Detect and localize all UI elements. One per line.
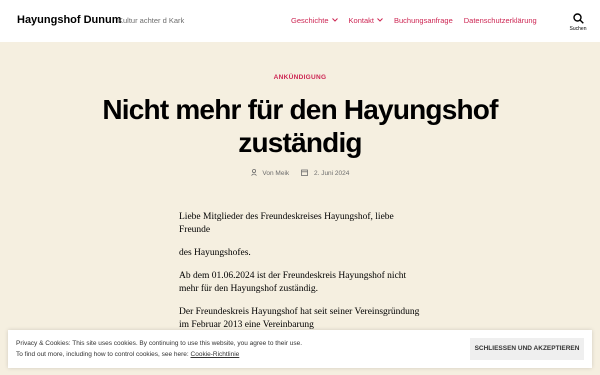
nav-item-label: Kontakt (348, 16, 374, 25)
user-icon (250, 168, 259, 177)
search-label: Suchen (569, 26, 587, 32)
cookie-line-2: To find out more, including how to contr… (16, 349, 302, 360)
search-icon (566, 13, 590, 24)
post-category[interactable]: ANKÜNDIGUNG (0, 74, 600, 81)
cookie-banner: Privacy & Cookies: This site uses cookie… (8, 330, 592, 368)
primary-nav: Geschichte Kontakt Buchungsanfrage Daten… (291, 16, 537, 25)
paragraph: Liebe Mitglieder des Freundeskreises Hay… (179, 212, 394, 235)
post-meta: Von Meik 2. Juni 2024 (0, 168, 600, 177)
paragraph: Der Freundeskreis Hayungshof hat seit se… (179, 307, 420, 330)
accept-cookies-button[interactable]: SCHLIESSEN UND AKZEPTIEREN (470, 338, 584, 360)
chevron-down-icon (331, 17, 338, 24)
cookie-line-2-text: To find out more, including how to contr… (16, 351, 191, 358)
nav-item-geschichte[interactable]: Geschichte (291, 16, 338, 25)
post-title: Nicht mehr für den Hayungshof zuständig (102, 94, 498, 158)
nav-item-kontakt[interactable]: Kontakt (349, 16, 383, 25)
site-description: Kultur achter d Kark (118, 16, 185, 25)
nav-item-label: Datenschutzerklärung (463, 16, 537, 25)
post-date[interactable]: 2. Juni 2024 (301, 169, 349, 177)
calendar-icon (301, 169, 310, 177)
nav-item-datenschutzerklaerung[interactable]: Datenschutzerklärung (464, 16, 537, 25)
cookie-policy-link[interactable]: Cookie-Richtlinie (191, 351, 240, 358)
cookie-text: Privacy & Cookies: This site uses cookie… (16, 338, 302, 360)
post-content: Liebe Mitglieder des Freundeskreises Hay… (179, 211, 424, 342)
chevron-down-icon (377, 17, 383, 24)
site-header: Hayungshof Dunum Kultur achter d Kark Ge… (0, 0, 600, 42)
paragraph: Ab dem 01.06.2024 ist der Freundeskreis … (179, 271, 407, 294)
nav-item-label: Buchungsanfrage (393, 16, 453, 25)
nav-item-label: Geschichte (291, 16, 329, 25)
search-toggle[interactable]: Suchen (566, 13, 590, 32)
post-date-label: 2. Juni 2024 (313, 170, 350, 177)
post-author[interactable]: Von Meik (250, 168, 290, 177)
nav-item-buchungsanfrage[interactable]: Buchungsanfrage (394, 16, 453, 25)
paragraph: des Hayungshofes. (179, 248, 251, 258)
post-author-label: Von Meik (262, 170, 290, 177)
cookie-line-1: Privacy & Cookies: This site uses cookie… (16, 340, 303, 347)
site-title[interactable]: Hayungshof Dunum (17, 14, 122, 26)
